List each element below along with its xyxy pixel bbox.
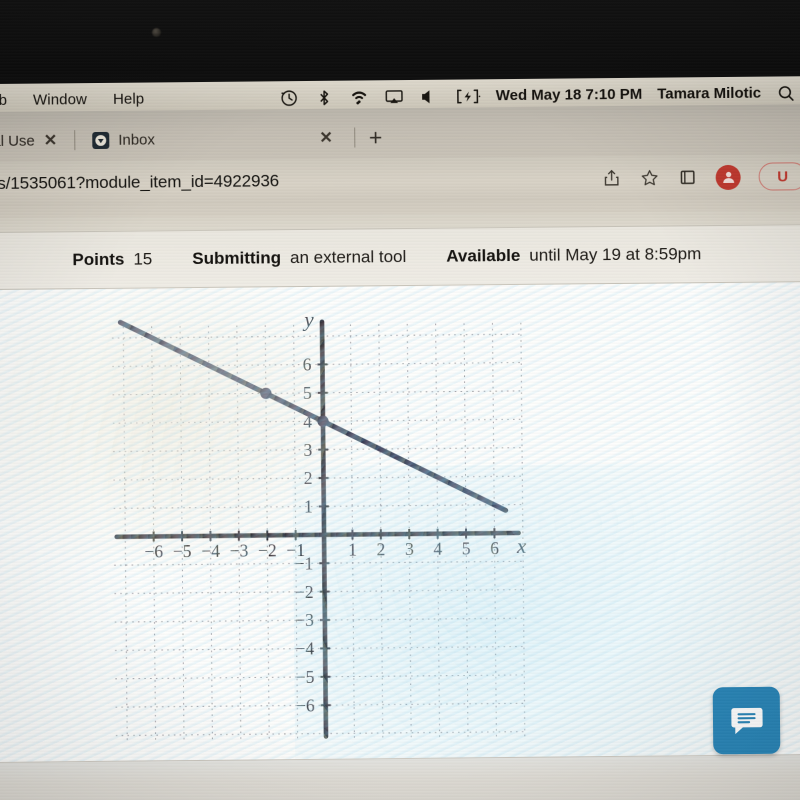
y-tick-label: 1 [304, 497, 313, 517]
y-tick-label: 3 [303, 440, 312, 460]
axes [114, 319, 521, 739]
x-tick-label: 3 [405, 539, 414, 559]
x-tick-label: −2 [258, 540, 277, 560]
menubar-username[interactable]: Tamara Milotic [657, 85, 761, 103]
x-tick-label: −4 [201, 541, 220, 561]
tab-divider [353, 127, 355, 148]
time-machine-icon[interactable] [279, 88, 299, 108]
y-tick-label: −4 [295, 639, 314, 659]
wifi-icon[interactable] [349, 87, 369, 107]
y-axis-label: y [302, 307, 314, 331]
search-icon[interactable] [776, 83, 796, 103]
menu-help[interactable]: Help [113, 91, 144, 108]
user-pill-button[interactable]: U [758, 162, 800, 191]
graph-svg: −6 −5 −4 −3 −2 −1 1 2 3 4 5 6654321−1−2−3−4−5−6xy [111, 307, 527, 742]
url-bar-row: ts/1535061?module_item_id=4922936 U [0, 154, 800, 206]
available-value: until May 19 at 8:59pm [529, 244, 702, 265]
x-tick-label: −3 [230, 541, 249, 561]
y-tick-label: −6 [296, 695, 315, 715]
airplay-icon[interactable] [384, 87, 404, 107]
menu-window[interactable]: Window [33, 91, 87, 109]
y-tick-label: −3 [295, 610, 314, 630]
axis-titles: xy [302, 307, 527, 558]
photo-of-laptop-screen: ab Window Help Wed May 18 7:10 PM Tamara… [0, 0, 800, 800]
browser-chrome: al Use ✕ Inbox ✕ + ts/1535061?module_ite… [0, 104, 800, 224]
plotted-line [117, 319, 509, 513]
profile-avatar[interactable] [715, 164, 741, 190]
y-tick-label: 6 [303, 355, 312, 375]
coordinate-plane: −6 −5 −4 −3 −2 −1 1 2 3 4 5 6 6 5 4 3 2 1 −1 −2 −3 −4 −5 −6 x y [0, 282, 800, 800]
x-tick-label: 2 [377, 539, 386, 559]
x-tick-label: 5 [462, 538, 471, 558]
y-tick-label: 2 [304, 468, 313, 488]
plotted-point [317, 415, 329, 427]
x-tick-label: 6 [490, 538, 499, 558]
plotted-point [260, 387, 272, 399]
x-tick-label: 4 [433, 539, 442, 559]
available-meta: Available until May 19 at 8:59pm [446, 244, 701, 266]
points-meta: Points 15 [72, 249, 152, 270]
y-tick-label: −5 [296, 667, 315, 687]
webcam-icon [152, 28, 161, 37]
favicon-icon [92, 131, 110, 149]
url-input[interactable]: ts/1535061?module_item_id=4922936 [0, 163, 602, 199]
browser-tab-1[interactable]: Inbox [84, 123, 163, 156]
tab-title: Inbox [118, 130, 155, 149]
browser-tab-0[interactable]: al Use ✕ [0, 124, 65, 157]
close-icon[interactable]: ✕ [44, 130, 58, 150]
available-label: Available [446, 245, 521, 266]
submitting-label: Submitting [192, 248, 282, 269]
y-tick-label: −1 [295, 553, 314, 573]
submitting-meta: Submitting an external tool [192, 247, 406, 269]
volume-icon[interactable] [419, 86, 439, 106]
x-tick-label: −5 [173, 541, 192, 561]
menu-tab-truncated[interactable]: ab [0, 92, 7, 109]
share-icon[interactable] [602, 168, 622, 188]
close-icon[interactable]: ✕ [319, 128, 333, 148]
assignment-meta-bar: n Points 15 Submitting an external tool … [0, 224, 800, 290]
graph-container: −6 −5 −4 −3 −2 −1 1 2 3 4 5 6 6 5 4 3 2 1 −1 −2 −3 −4 −5 −6 x y [0, 282, 800, 800]
bookmark-star-icon[interactable] [640, 168, 660, 188]
x-tick-label: 1 [348, 539, 357, 559]
points-label: Points [72, 249, 125, 270]
tab-divider [74, 130, 76, 151]
canvas-assignment-page: n Points 15 Submitting an external tool … [0, 210, 800, 800]
y-tick-label: 5 [303, 383, 312, 403]
chat-bubble-icon [730, 707, 763, 734]
chat-bubble-button[interactable] [712, 686, 781, 755]
x-axis-label: x [516, 534, 527, 558]
points-value: 15 [133, 249, 153, 269]
menubar-clock[interactable]: Wed May 18 7:10 PM [496, 86, 643, 104]
battery-icon[interactable] [454, 86, 481, 106]
x-tick-label: −6 [144, 541, 163, 561]
tab-title: al Use [0, 132, 35, 150]
new-tab-button[interactable]: + [369, 124, 383, 150]
y-tick-label: −2 [295, 582, 314, 602]
bluetooth-icon[interactable] [314, 87, 334, 107]
submitting-value: an external tool [289, 247, 407, 268]
sidebar-icon[interactable] [678, 167, 698, 187]
page-footer-gutter [0, 754, 800, 800]
